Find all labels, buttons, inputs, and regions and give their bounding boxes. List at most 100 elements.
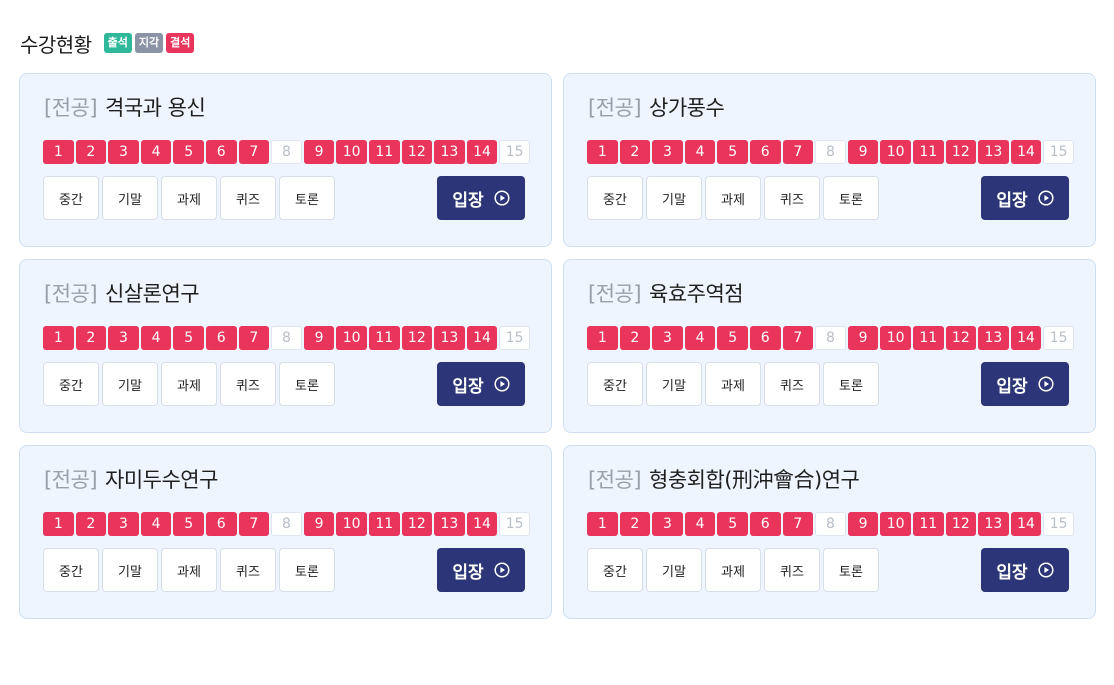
legend-late-badge: 지각 — [134, 33, 164, 53]
week-cell: 14 — [1010, 140, 1042, 164]
action-button[interactable]: 퀴즈 — [220, 548, 276, 592]
enter-button-label: 입장 — [996, 190, 1028, 211]
action-button[interactable]: 과제 — [161, 548, 217, 592]
course-category: [전공] — [588, 96, 642, 120]
course-category: [전공] — [588, 468, 642, 492]
week-attendance-row: 1 2 3 4 5 6 7 8 9 10 11 12 13 14 15 — [587, 326, 1074, 350]
week-cell: 13 — [978, 512, 1009, 536]
play-circle-icon — [494, 190, 510, 206]
action-button[interactable]: 과제 — [161, 176, 217, 220]
week-cell: 1 — [587, 326, 618, 350]
week-cell: 11 — [912, 140, 944, 164]
action-button[interactable]: 토론 — [823, 176, 879, 220]
course-title: [전공] 상가풍수 — [588, 92, 725, 122]
course-actions: 중간 기말 과제 퀴즈 토론 — [587, 176, 879, 220]
action-button[interactable]: 중간 — [587, 362, 643, 406]
action-button[interactable]: 중간 — [43, 548, 99, 592]
week-cell: 11 — [368, 512, 400, 536]
week-cell: 5 — [717, 326, 748, 350]
enter-button[interactable]: 입장 — [437, 548, 525, 592]
week-cell: 12 — [401, 326, 433, 350]
week-cell: 15 — [499, 326, 530, 350]
week-cell: 4 — [684, 512, 716, 536]
week-attendance-row: 1 2 3 4 5 6 7 8 9 10 11 12 13 14 15 — [587, 140, 1074, 164]
action-button[interactable]: 기말 — [102, 176, 158, 220]
week-cell: 3 — [108, 326, 139, 350]
week-cell: 1 — [43, 140, 74, 164]
week-cell: 7 — [238, 140, 270, 164]
week-cell: 14 — [1010, 512, 1042, 536]
enter-button-label: 입장 — [452, 376, 484, 397]
action-button[interactable]: 토론 — [823, 362, 879, 406]
week-cell: 2 — [75, 512, 107, 536]
week-cell: 13 — [434, 140, 465, 164]
action-button[interactable]: 토론 — [823, 548, 879, 592]
course-category: [전공] — [588, 282, 642, 306]
week-cell: 1 — [43, 326, 74, 350]
week-cell: 7 — [238, 326, 270, 350]
week-cell: 15 — [1043, 512, 1074, 536]
action-button[interactable]: 과제 — [161, 362, 217, 406]
enter-button[interactable]: 입장 — [981, 362, 1069, 406]
play-circle-icon — [494, 562, 510, 578]
week-cell: 4 — [140, 512, 172, 536]
action-button[interactable]: 중간 — [587, 176, 643, 220]
action-button[interactable]: 토론 — [279, 548, 335, 592]
action-button[interactable]: 중간 — [43, 176, 99, 220]
action-button[interactable]: 과제 — [705, 176, 761, 220]
action-button[interactable]: 기말 — [646, 362, 702, 406]
week-cell: 8 — [271, 326, 302, 350]
week-cell: 9 — [847, 512, 879, 536]
course-card: [전공] 육효주역점 1 2 3 4 5 6 7 8 9 10 11 12 13 14 15 중간 기말 과제 퀴즈… — [563, 259, 1096, 433]
week-cell: 2 — [75, 326, 107, 350]
week-cell: 7 — [782, 326, 814, 350]
enter-button[interactable]: 입장 — [981, 548, 1069, 592]
week-cell: 1 — [43, 512, 74, 536]
play-circle-icon — [494, 376, 510, 392]
enter-button[interactable]: 입장 — [437, 362, 525, 406]
course-actions: 중간 기말 과제 퀴즈 토론 — [587, 548, 879, 592]
week-attendance-row: 1 2 3 4 5 6 7 8 9 10 11 12 13 14 15 — [43, 326, 530, 350]
action-button[interactable]: 과제 — [705, 362, 761, 406]
course-name: 육효주역점 — [649, 282, 744, 306]
week-cell: 3 — [652, 512, 683, 536]
enter-button[interactable]: 입장 — [437, 176, 525, 220]
action-button[interactable]: 기말 — [646, 548, 702, 592]
week-cell: 3 — [652, 140, 683, 164]
action-button[interactable]: 중간 — [587, 548, 643, 592]
course-title: [전공] 육효주역점 — [588, 278, 744, 308]
week-cell: 2 — [619, 512, 651, 536]
action-button[interactable]: 퀴즈 — [764, 362, 820, 406]
week-cell: 4 — [684, 326, 716, 350]
course-name: 형충회합(刑沖會合)연구 — [649, 468, 860, 492]
week-cell: 10 — [880, 326, 911, 350]
week-cell: 6 — [205, 512, 237, 536]
action-button[interactable]: 토론 — [279, 176, 335, 220]
action-button[interactable]: 기말 — [102, 362, 158, 406]
action-button[interactable]: 퀴즈 — [220, 176, 276, 220]
action-button[interactable]: 기말 — [102, 548, 158, 592]
week-cell: 13 — [434, 512, 465, 536]
action-button[interactable]: 퀴즈 — [764, 548, 820, 592]
week-attendance-row: 1 2 3 4 5 6 7 8 9 10 11 12 13 14 15 — [43, 140, 530, 164]
week-attendance-row: 1 2 3 4 5 6 7 8 9 10 11 12 13 14 15 — [43, 512, 530, 536]
action-button[interactable]: 퀴즈 — [220, 362, 276, 406]
week-cell: 9 — [303, 512, 335, 536]
course-actions: 중간 기말 과제 퀴즈 토론 — [587, 362, 879, 406]
action-button[interactable]: 토론 — [279, 362, 335, 406]
week-cell: 13 — [978, 140, 1009, 164]
week-cell: 11 — [368, 140, 400, 164]
action-button[interactable]: 기말 — [646, 176, 702, 220]
week-cell: 12 — [401, 512, 433, 536]
action-button[interactable]: 중간 — [43, 362, 99, 406]
week-cell: 4 — [140, 326, 172, 350]
week-cell: 14 — [466, 326, 498, 350]
course-actions: 중간 기말 과제 퀴즈 토론 — [43, 548, 335, 592]
action-button[interactable]: 퀴즈 — [764, 176, 820, 220]
action-button[interactable]: 과제 — [705, 548, 761, 592]
week-cell: 9 — [847, 140, 879, 164]
play-circle-icon — [1038, 562, 1054, 578]
week-cell: 10 — [336, 512, 367, 536]
enter-button[interactable]: 입장 — [981, 176, 1069, 220]
week-cell: 15 — [499, 140, 530, 164]
